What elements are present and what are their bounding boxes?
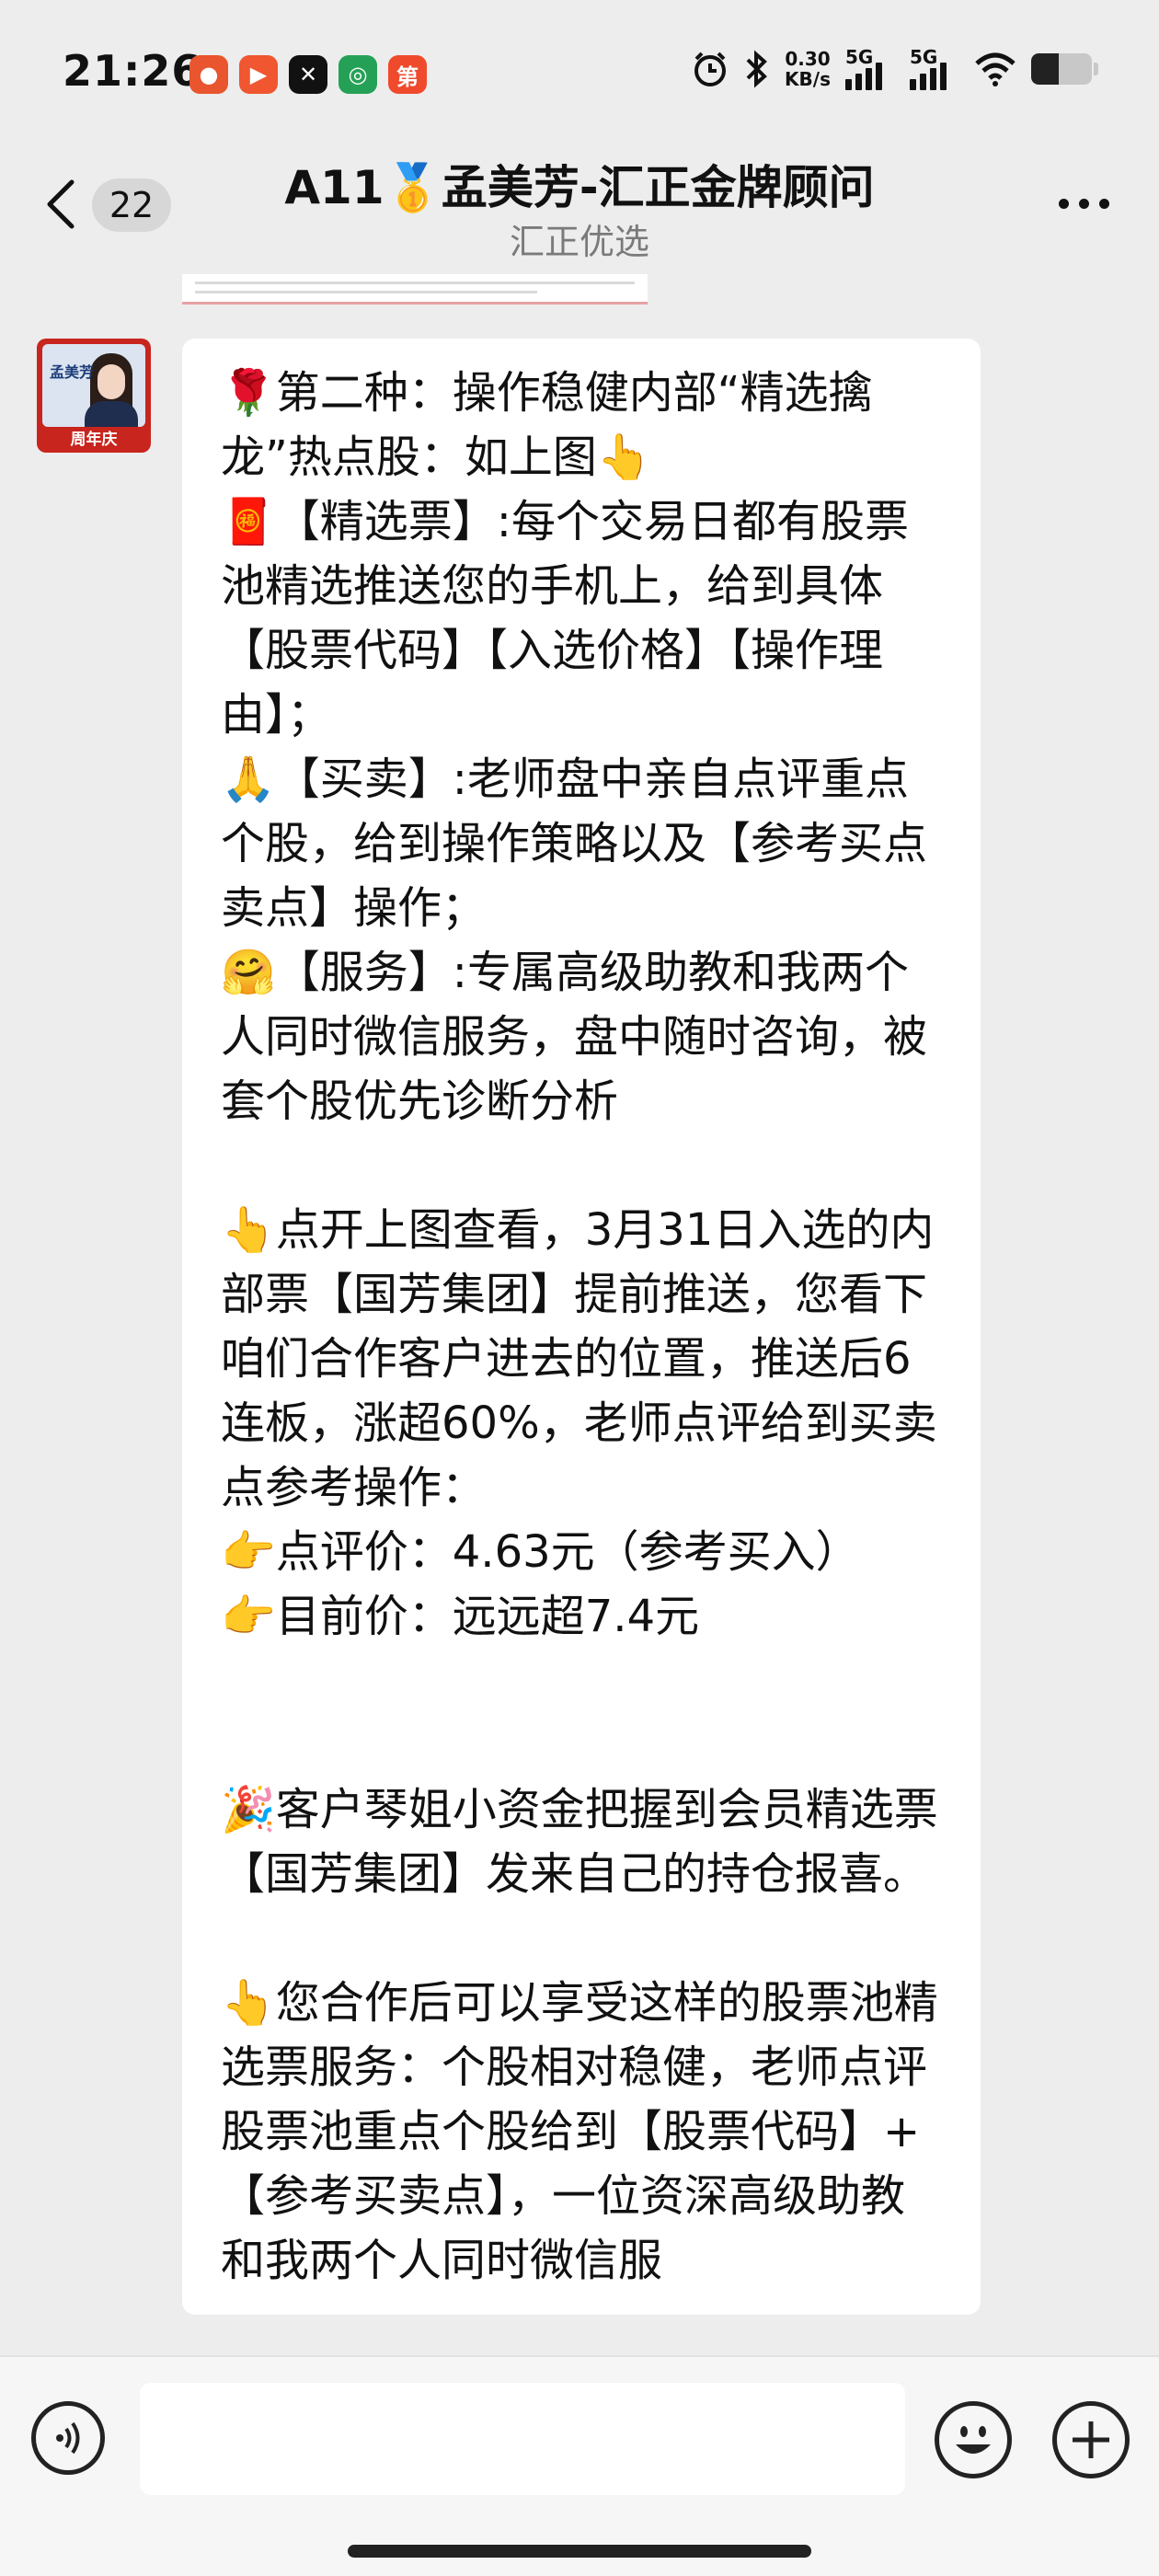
message-list[interactable]: 孟美芳 周年庆 🌹第二种：操作稳健内部“精选擒龙”热点股：如上图👆 🧧【精选票】… [0,274,1159,2355]
previous-image-message[interactable] [182,274,648,305]
news-app-icon: 第 [388,55,427,94]
alarm-icon [694,52,727,86]
message-input[interactable] [140,2383,905,2495]
clock: 21:26 [63,46,202,96]
network-speed: 0.30 KB/s [785,48,831,90]
battery-icon [1031,53,1098,85]
chat-title: A11🥇孟美芳-汇正金牌顾问 [284,161,875,214]
more-options-icon[interactable] [1059,199,1109,209]
signal-strength-2: 5G [910,46,959,90]
message-bubble[interactable]: 🌹第二种：操作稳健内部“精选擒龙”热点股：如上图👆 🧧【精选票】:每个交易日都有… [182,339,981,2315]
signal-strength-1: 5G [845,46,895,90]
emoji-button[interactable] [935,2401,1012,2478]
home-indicator[interactable] [348,2545,811,2558]
system-status: 0.30 KB/s 5G 5G [691,46,1098,90]
sender-avatar[interactable]: 孟美芳 周年庆 [37,339,151,453]
status-bar: 21:26 ● ▶ ✕ ◎ 第 0.30 KB/s 5G 5G [0,0,1159,138]
bluetooth-icon [746,50,767,88]
avatar-badge: 周年庆 [70,431,118,449]
capcut-icon: ✕ [289,55,327,94]
voice-input-button[interactable] [31,2401,105,2475]
notification-icons: ● ▶ ✕ ◎ 第 [189,55,427,94]
more-functions-button[interactable] [1052,2401,1130,2478]
bank-app-icon: ◎ [339,55,377,94]
video-app-icon: ▶ [239,55,278,94]
input-bar [0,2355,1159,2576]
smiley-icon [956,2426,991,2454]
plus-icon [1073,2421,1109,2458]
message-text: 🌹第二种：操作稳健内部“精选擒龙”热点股：如上图👆 🧧【精选票】:每个交易日都有… [221,367,938,2286]
chat-header: 22 A11🥇孟美芳-汇正金牌顾问 汇正优选 [0,138,1159,274]
chat-subtitle: 汇正优选 [509,222,649,262]
voice-icon [56,2421,80,2455]
wifi-icon [975,52,1016,86]
shopping-app-icon: ● [189,55,228,94]
chat-screen: 21:26 ● ▶ ✕ ◎ 第 0.30 KB/s 5G 5G 22 A11🥇孟… [0,0,1159,2576]
